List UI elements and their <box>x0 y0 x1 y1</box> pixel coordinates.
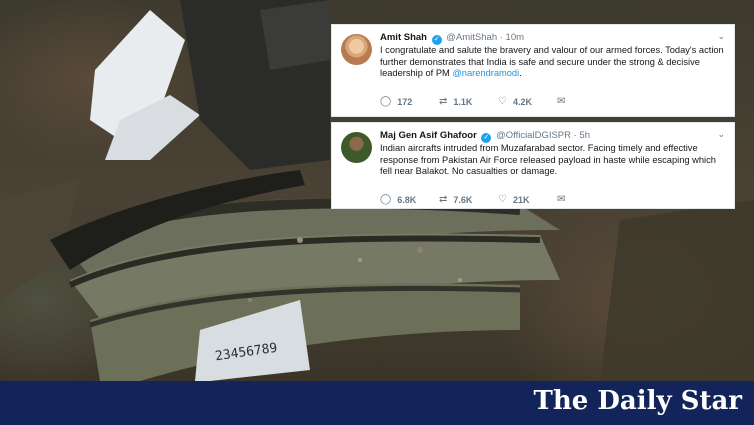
author-handle-time[interactable]: @OfficialDGISPR · 5h <box>496 130 590 141</box>
retweet-icon: ⇄ <box>439 194 448 205</box>
tweet-actions: ◯ 6.8K ⇄ 7.6K ♡ 21K ✉ <box>380 194 616 205</box>
envelope-icon: ✉ <box>557 194 566 205</box>
tweet-text-main: Indian aircrafts intruded from Muzafarab… <box>380 143 716 177</box>
verified-badge-icon: ✓ <box>431 35 442 45</box>
author-name[interactable]: Amit Shah <box>380 32 427 43</box>
retweet-button[interactable]: ⇄ 1.1K <box>439 96 498 107</box>
tweet-header: Amit Shah ✓ @AmitShah · 10m <box>380 32 524 45</box>
footer-bar: The Daily Star <box>0 381 754 425</box>
mention-link[interactable]: @narendramodi <box>452 68 519 78</box>
tweet-card-asif-ghafoor[interactable]: Maj Gen Asif Ghafoor ✓ @OfficialDGISPR ·… <box>331 122 735 209</box>
like-count: 4.2K <box>512 96 532 107</box>
avatar[interactable] <box>341 132 372 163</box>
tweet-header: Maj Gen Asif Ghafoor ✓ @OfficialDGISPR ·… <box>380 130 590 143</box>
heart-icon: ♡ <box>498 194 507 205</box>
author-handle-time[interactable]: @AmitShah · 10m <box>446 32 524 43</box>
tweet-text-end: . <box>519 68 522 79</box>
reply-button[interactable]: ◯ 172 <box>380 96 439 107</box>
retweet-count: 1.1K <box>453 96 473 107</box>
author-name[interactable]: Maj Gen Asif Ghafoor <box>380 130 477 141</box>
brand-logo[interactable]: The Daily Star <box>534 386 742 416</box>
like-button[interactable]: ♡ 21K <box>498 194 557 205</box>
verified-badge-icon: ✓ <box>481 133 492 143</box>
reply-button[interactable]: ◯ 6.8K <box>380 194 439 205</box>
reply-count: 172 <box>397 96 413 107</box>
reply-icon: ◯ <box>380 96 392 107</box>
like-button[interactable]: ♡ 4.2K <box>498 96 557 107</box>
chevron-down-icon[interactable]: ⌄ <box>717 129 725 140</box>
tweet-card-amit-shah[interactable]: Amit Shah ✓ @AmitShah · 10m ⌄ I congratu… <box>331 24 735 117</box>
tweet-text-main: I congratulate and salute the bravery an… <box>380 45 724 79</box>
retweet-count: 7.6K <box>453 194 473 205</box>
reply-count: 6.8K <box>397 194 417 205</box>
retweet-icon: ⇄ <box>439 96 448 107</box>
dm-button[interactable]: ✉ <box>557 96 616 107</box>
dm-button[interactable]: ✉ <box>557 194 616 205</box>
like-count: 21K <box>512 194 530 205</box>
tweet-text: I congratulate and salute the bravery an… <box>380 45 725 80</box>
envelope-icon: ✉ <box>557 96 566 107</box>
tweet-actions: ◯ 172 ⇄ 1.1K ♡ 4.2K ✉ <box>380 96 616 107</box>
retweet-button[interactable]: ⇄ 7.6K <box>439 194 498 205</box>
avatar[interactable] <box>341 34 372 65</box>
reply-icon: ◯ <box>380 194 392 205</box>
chevron-down-icon[interactable]: ⌄ <box>717 31 725 42</box>
tweet-text: Indian aircrafts intruded from Muzafarab… <box>380 143 725 178</box>
heart-icon: ♡ <box>498 96 507 107</box>
